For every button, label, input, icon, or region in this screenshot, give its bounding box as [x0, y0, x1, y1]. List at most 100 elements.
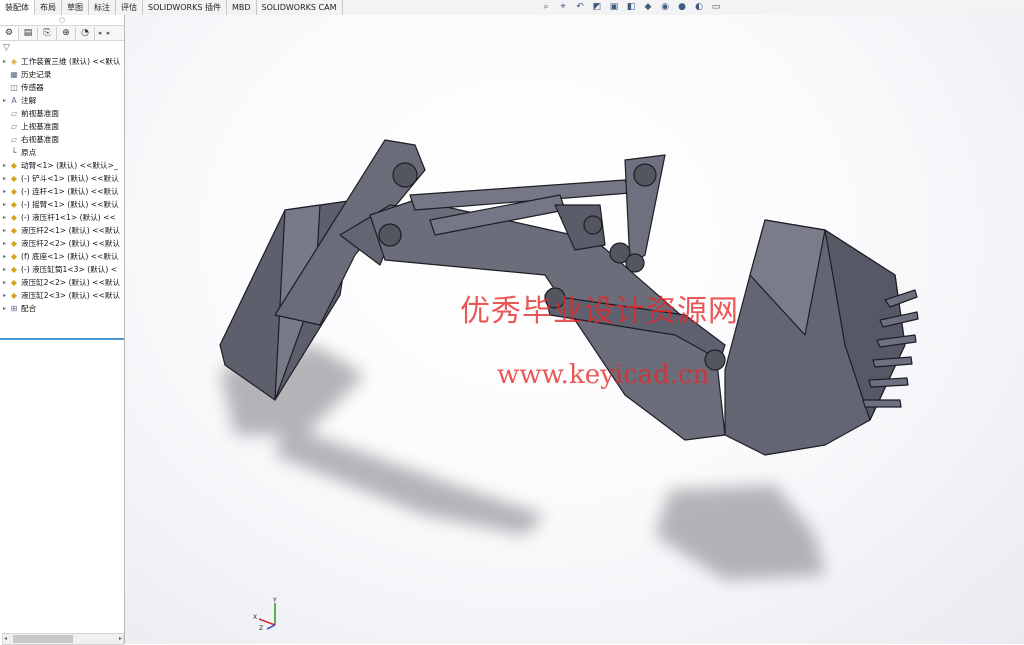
mates-icon: ⊞	[10, 303, 18, 313]
sensor-icon: ◫	[10, 82, 18, 92]
tab-markup[interactable]: 标注	[89, 0, 116, 15]
expand-icon[interactable]: ▸	[0, 237, 9, 250]
watermark-url: www.keyicad.cn	[497, 360, 710, 390]
tree-item[interactable]: ▱ 前视基准面	[0, 107, 124, 120]
hide-show-items-icon[interactable]: ◉	[659, 2, 671, 13]
tree-item[interactable]: ▸ A 注解	[0, 94, 124, 107]
part-icon: ◆	[10, 186, 18, 196]
tab-layout[interactable]: 布局	[35, 0, 62, 15]
part-icon: ◆	[10, 160, 18, 170]
horizontal-scrollbar[interactable]: ◂ ▸	[2, 633, 124, 645]
tree-filter[interactable]: ▽	[0, 41, 124, 55]
edit-appearance-icon[interactable]: ●	[676, 2, 688, 13]
graphics-viewport[interactable]: 优秀毕业设计资源网 www.keyicad.cn Y X Z	[125, 15, 1024, 644]
view-orientation-icon[interactable]: ◧	[625, 2, 637, 13]
configuration-manager-tab-icon[interactable]: ⎘	[38, 26, 57, 40]
feature-tree: ▸ ◈ 工作装置三维 (默认) <<默认 ▦ 历史记录 ◫ 传感器 ▸ A 注解 ▱ 前视…	[0, 55, 124, 315]
previous-view-icon[interactable]: ↶	[574, 2, 586, 13]
command-manager-tabs: 装配体 布局 草图 标注 评估 SOLIDWORKS 插件 MBD SOLIDW…	[0, 0, 1024, 16]
feature-manager-tab-icon[interactable]: ⚙	[0, 26, 19, 40]
part-icon: ◆	[10, 212, 18, 222]
tree-item[interactable]: ▸ ⊞ 配合	[0, 302, 124, 315]
expand-icon[interactable]: ▸	[0, 55, 9, 68]
expand-icon[interactable]: ▸	[0, 211, 9, 224]
scroll-right-icon[interactable]: ▸	[119, 634, 122, 644]
feature-manager-panel: ○ ⚙ ▤ ⎘ ⊕ ◔ ◂ ▸ ▽ ▸ ◈ 工作装置三维 (默认) <<默认 ▦…	[0, 15, 125, 645]
tree-item[interactable]: ▸ ◆ (-) 液压杆1<1> (默认) <<	[0, 211, 124, 224]
triad-z-label: Z	[259, 625, 263, 631]
tree-item[interactable]: ▱ 上视基准面	[0, 120, 124, 133]
tree-item[interactable]: ◫ 传感器	[0, 81, 124, 94]
tree-item[interactable]: ▸ ◆ (-) 铲斗<1> (默认) <<默认	[0, 172, 124, 185]
watermark-title: 优秀毕业设计资源网	[460, 294, 739, 329]
display-manager-tab-icon[interactable]: ◔	[76, 26, 95, 40]
scroll-left-icon[interactable]: ◂	[4, 634, 7, 644]
zoom-to-fit-icon[interactable]: ⌕	[540, 2, 552, 13]
tree-item[interactable]: ▸ ◆ 液压杆2<2> (默认) <<默认	[0, 237, 124, 250]
tree-root-assembly[interactable]: ▸ ◈ 工作装置三维 (默认) <<默认	[0, 55, 124, 68]
heads-up-view-toolbar: ⌕ ⌖ ↶ ◩ ▣ ◧ ◆ ◉ ● ◐ ▭	[540, 1, 722, 14]
tree-item[interactable]: └ 原点	[0, 146, 124, 159]
zoom-to-area-icon[interactable]: ⌖	[557, 2, 569, 13]
expand-icon[interactable]: ▸	[0, 289, 9, 302]
panel-grip-icon[interactable]: ○	[0, 15, 124, 25]
tab-solidworks-addins[interactable]: SOLIDWORKS 插件	[143, 0, 227, 15]
tree-item[interactable]: ▦ 历史记录	[0, 68, 124, 81]
tree-end-marker[interactable]	[0, 338, 124, 340]
tab-mbd[interactable]: MBD	[227, 0, 257, 15]
tab-scroll-left-icon[interactable]: ◂	[95, 27, 104, 40]
tab-solidworks-cam[interactable]: SOLIDWORKS CAM	[257, 0, 343, 15]
expand-icon[interactable]: ▸	[0, 172, 9, 185]
apply-scene-icon[interactable]: ◐	[693, 2, 705, 13]
tree-item[interactable]: ▸ ◆ (-) 液压缸筒1<3> (默认) <	[0, 263, 124, 276]
expand-icon[interactable]: ▸	[0, 224, 9, 237]
part-icon: ◆	[10, 238, 18, 248]
display-style-icon[interactable]: ◆	[642, 2, 654, 13]
dimxpert-manager-tab-icon[interactable]: ⊕	[57, 26, 76, 40]
tab-scroll-right-icon[interactable]: ▸	[104, 27, 113, 40]
part-icon: ◆	[10, 173, 18, 183]
tree-item[interactable]: ▱ 右视基准面	[0, 133, 124, 146]
tab-assembly[interactable]: 装配体	[0, 0, 35, 15]
annotation-icon: A	[11, 95, 17, 105]
expand-icon[interactable]: ▸	[0, 185, 9, 198]
triad-x-label: X	[253, 614, 257, 621]
triad-y-label: Y	[272, 597, 277, 604]
reference-triad: Y X Z	[253, 597, 277, 631]
expand-icon[interactable]: ▸	[0, 159, 9, 172]
tree-item[interactable]: ▸ ◆ 动臂<1> (默认) <<默认>_	[0, 159, 124, 172]
tree-item[interactable]: ▸ ◆ (f) 底座<1> (默认) <<默认	[0, 250, 124, 263]
tree-item[interactable]: ▸ ◆ 液压杆2<1> (默认) <<默认	[0, 224, 124, 237]
expand-icon[interactable]: ▸	[0, 276, 9, 289]
assembly-icon: ◈	[10, 56, 18, 66]
part-icon: ◆	[10, 251, 18, 261]
tab-sketch[interactable]: 草图	[62, 0, 89, 15]
view-settings-icon[interactable]: ▭	[710, 2, 722, 13]
expand-icon[interactable]: ▸	[0, 263, 9, 276]
part-icon: ◆	[10, 290, 18, 300]
scrollbar-thumb[interactable]	[13, 635, 73, 643]
history-icon: ▦	[10, 69, 18, 79]
feature-manager-tabs: ⚙ ▤ ⎘ ⊕ ◔ ◂ ▸	[0, 25, 124, 41]
expand-icon[interactable]: ▸	[0, 198, 9, 211]
expand-icon[interactable]: ▸	[0, 94, 9, 107]
filter-icon[interactable]: ▽	[3, 43, 10, 53]
tree-root-label: 工作装置三维 (默认) <<默认	[21, 57, 121, 66]
plane-icon: ▱	[10, 134, 18, 144]
section-view-icon[interactable]: ◩	[591, 2, 603, 13]
dynamic-annotation-icon[interactable]: ▣	[608, 2, 620, 13]
property-manager-tab-icon[interactable]: ▤	[19, 26, 38, 40]
part-icon: ◆	[10, 199, 18, 209]
tree-item[interactable]: ▸ ◆ (-) 连杆<1> (默认) <<默认	[0, 185, 124, 198]
tree-item[interactable]: ▸ ◆ 液压缸2<2> (默认) <<默认	[0, 276, 124, 289]
tree-item[interactable]: ▸ ◆ 液压缸2<3> (默认) <<默认	[0, 289, 124, 302]
expand-icon[interactable]: ▸	[0, 302, 9, 315]
expand-icon[interactable]: ▸	[0, 250, 9, 263]
part-icon: ◆	[10, 277, 18, 287]
part-icon: ◆	[10, 264, 18, 274]
origin-icon: └	[11, 147, 17, 157]
plane-icon: ▱	[10, 121, 18, 131]
plane-icon: ▱	[10, 108, 18, 118]
tree-item[interactable]: ▸ ◆ (-) 摇臂<1> (默认) <<默认	[0, 198, 124, 211]
tab-evaluate[interactable]: 评估	[116, 0, 143, 15]
